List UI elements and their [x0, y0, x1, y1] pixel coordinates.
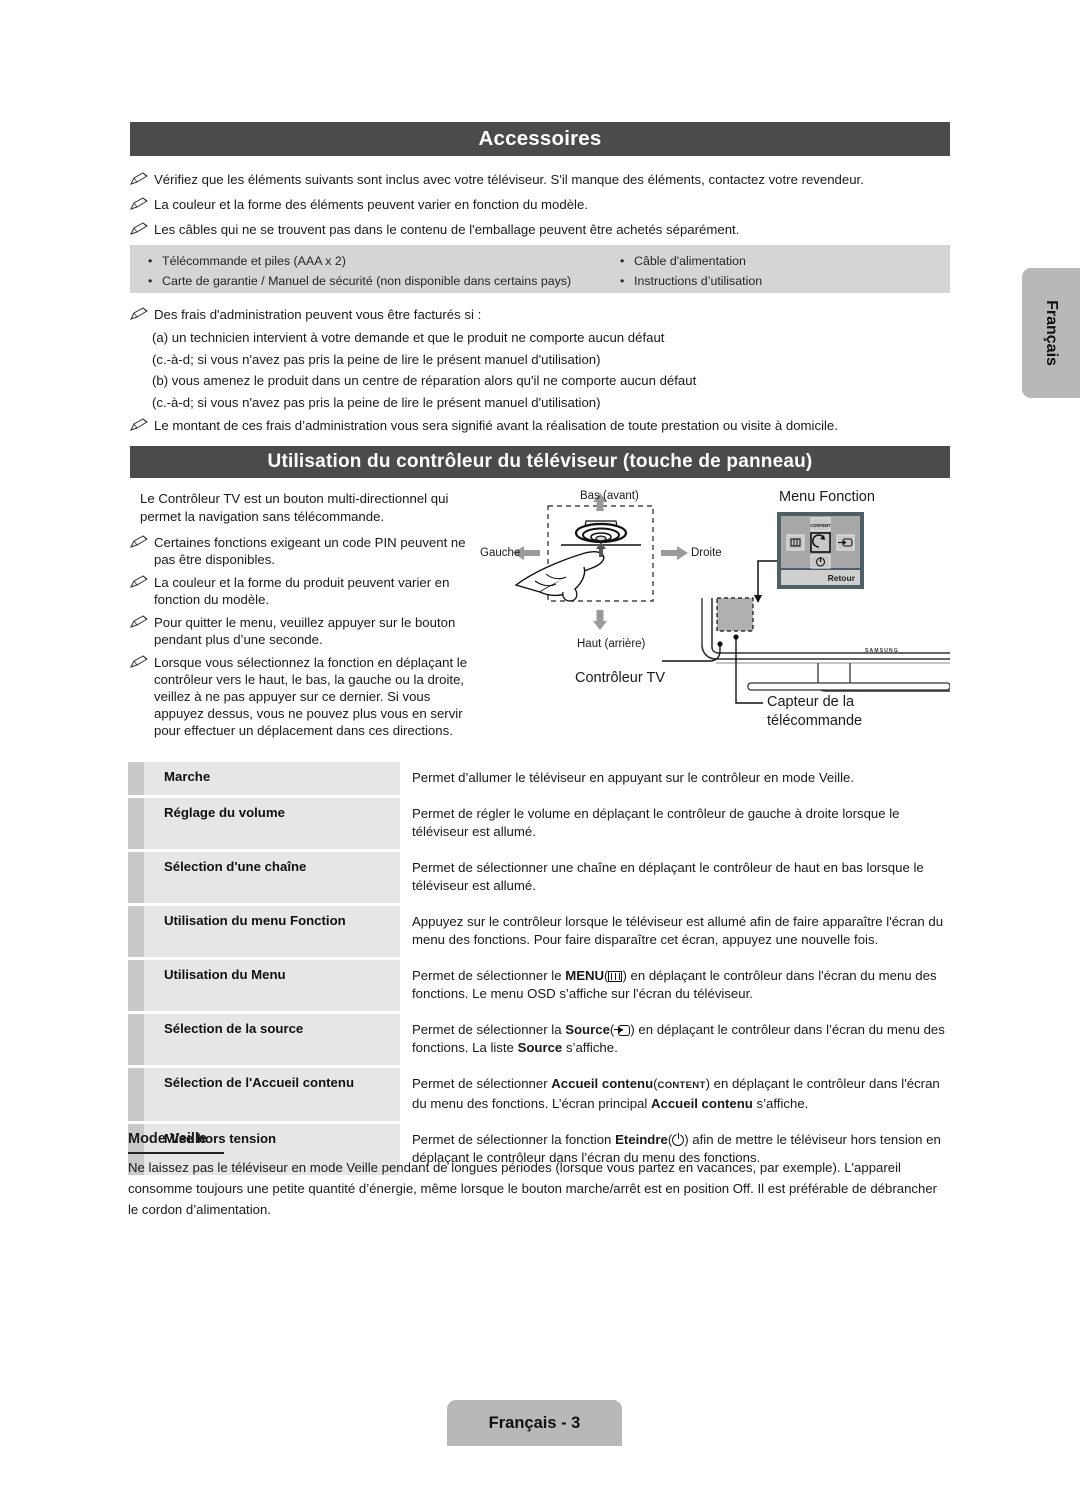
pencil-icon [130, 222, 150, 239]
mode-veille-title: Mode Veille [128, 1131, 207, 1147]
tv-controller-diagram: CONTENT Retour SAMSUNG Bas (avant) Haut … [480, 485, 951, 750]
accessories-column-left: • Télécommande et piles (AAA x 2) • Carte … [148, 252, 571, 291]
diagram-label-up: Bas (avant) [580, 490, 639, 502]
diagram-label-controleur-tv: Contrôleur TV [575, 670, 665, 686]
page-footer-tab: Français - 3 [447, 1400, 622, 1446]
note-item: Le montant de ces frais d’administration… [130, 417, 930, 434]
pencil-icon [130, 197, 150, 214]
pencil-icon [130, 172, 150, 189]
table-row-label: Sélection d'une chaîne [128, 851, 400, 903]
note-text: Certaines fonctions exigeant un code PIN… [154, 535, 466, 567]
table-row-label: Sélection de la source [128, 1013, 400, 1065]
note-text: Vérifiez que les éléments suivants sont … [154, 172, 864, 187]
note-text: La couleur et la forme des éléments peuv… [154, 197, 588, 212]
diagram-label-capteur: Capteur de la télécommande [767, 694, 863, 729]
table-row-description: Permet de sélectionner le MENU() en dépl… [412, 967, 937, 1002]
table-row: Utilisation du Menu Permet de sélectionn… [128, 959, 950, 1011]
table-row: Sélection de la source Permet de sélecti… [128, 1013, 950, 1065]
table-row: Réglage du volume Permet de régler le vo… [128, 797, 950, 849]
controller-functions-table: Marche Permet d’allumer le téléviseur en… [128, 762, 950, 1178]
table-row-label: Réglage du volume [128, 797, 400, 849]
list-item: • Instructions d’utilisation [620, 272, 762, 292]
bullet-icon: • [148, 254, 153, 268]
note-item: Des frais d'administration peuvent vous … [130, 306, 930, 323]
note-item: Les câbles qui ne se trouvent pas dans l… [130, 221, 930, 238]
pencil-icon [130, 615, 150, 632]
note-text: Le montant de ces frais d’administration… [154, 418, 838, 433]
bullet-icon: • [148, 273, 153, 288]
fees-line: (b) vous amenez le produit dans un centr… [152, 373, 697, 388]
page-footer-label: Français - 3 [488, 1413, 581, 1432]
list-item-label: Télécommande et piles (AAA x 2) [162, 254, 346, 268]
table-row-description: Permet d’allumer le téléviseur en appuya… [412, 770, 855, 785]
table-row-label: Marche [128, 762, 400, 795]
note-item: La couleur et la forme du produit peuven… [130, 574, 475, 608]
note-item: Lorsque vous sélectionnez la fonction en… [130, 654, 475, 739]
list-item-label: Instructions d’utilisation [634, 273, 763, 288]
table-row-label: Sélection de l'Accueil contenu [128, 1067, 400, 1121]
pencil-icon [130, 655, 150, 672]
language-side-tab: Français [1022, 268, 1080, 398]
note-item: La couleur et la forme des éléments peuv… [130, 196, 930, 213]
controller-intro-text: Le Contrôleur TV est un bouton multi-dir… [140, 491, 449, 524]
table-row-description: Permet de sélectionner Accueil contenu(C… [412, 1075, 940, 1112]
fees-line: (a) un technicien intervient à votre dem… [152, 330, 665, 345]
list-item: • Carte de garantie / Manuel de sécurité … [148, 272, 571, 292]
table-row: Sélection de l'Accueil contenu Permet de… [128, 1067, 950, 1121]
language-side-tab-label: Français [1043, 300, 1060, 366]
section-banner-accessoires: Accessoires [130, 122, 950, 156]
note-text: Pour quitter le menu, veuillez appuyer s… [154, 615, 456, 647]
pencil-icon [130, 575, 150, 592]
bullet-icon: • [620, 254, 625, 268]
note-text: Les câbles qui ne se trouvent pas dans l… [154, 222, 740, 237]
accessories-column-right: • Câble d'alimentation • Instructions d’ut… [620, 252, 762, 291]
note-text: Des frais d'administration peuvent vous … [154, 307, 482, 322]
fees-line: (c.-à-d; si vous n'avez pas pris la pein… [152, 352, 601, 367]
table-row: Sélection d'une chaîne Permet de sélecti… [128, 851, 950, 903]
list-item: • Câble d'alimentation [620, 252, 762, 272]
table-row-description: Permet de régler le volume en déplaçant … [412, 805, 900, 840]
diagram-label-right: Droite [691, 547, 722, 559]
accessories-list-box: • Télécommande et piles (AAA x 2) • Carte … [130, 245, 950, 293]
pencil-icon [130, 418, 150, 435]
section-banner-controleur: Utilisation du contrôleur du téléviseur … [130, 446, 950, 478]
table-row-description: Permet de sélectionner la Source() en dé… [412, 1021, 945, 1056]
note-item: Vérifiez que les éléments suivants sont … [130, 171, 930, 188]
list-item: • Télécommande et piles (AAA x 2) [148, 252, 571, 272]
mode-veille-underline [128, 1152, 224, 1154]
note-item: Certaines fonctions exigeant un code PIN… [130, 534, 475, 568]
note-text: Lorsque vous sélectionnez la fonction en… [154, 655, 468, 738]
pencil-icon [130, 307, 150, 324]
note-text: La couleur et la forme du produit peuven… [154, 575, 450, 607]
svg-text:CONTENT: CONTENT [810, 523, 831, 528]
svg-text:Retour: Retour [828, 573, 856, 583]
mode-veille-body: Ne laissez pas le téléviseur en mode Vei… [128, 1160, 938, 1217]
table-row-description: Appuyez sur le contrôleur lorsque le tél… [412, 913, 944, 948]
diagram-label-down: Haut (arrière) [577, 638, 646, 650]
table-row-label: Utilisation du Menu [128, 959, 400, 1011]
diagram-label-left: Gauche [480, 547, 521, 559]
document-page: Accessoires Vérifiez que les éléments su… [0, 0, 1080, 1494]
table-row: Marche Permet d’allumer le téléviseur en… [128, 762, 950, 795]
table-row: Utilisation du menu Fonction Appuyez sur… [128, 905, 950, 957]
fees-line: (c.-à-d; si vous n'avez pas pris la pein… [152, 395, 601, 410]
list-item-label: Carte de garantie / Manuel de sécurité (… [162, 273, 572, 288]
svg-text:SAMSUNG: SAMSUNG [865, 648, 899, 654]
diagram-label-menu-fonction: Menu Fonction [779, 489, 875, 505]
table-row-label: Utilisation du menu Fonction [128, 905, 400, 957]
bullet-icon: • [620, 273, 625, 288]
pencil-icon [130, 535, 150, 552]
list-item-label: Câble d'alimentation [634, 254, 746, 268]
note-item: Pour quitter le menu, veuillez appuyer s… [130, 614, 475, 648]
table-row-description: Permet de sélectionner une chaîne en dép… [412, 859, 924, 894]
